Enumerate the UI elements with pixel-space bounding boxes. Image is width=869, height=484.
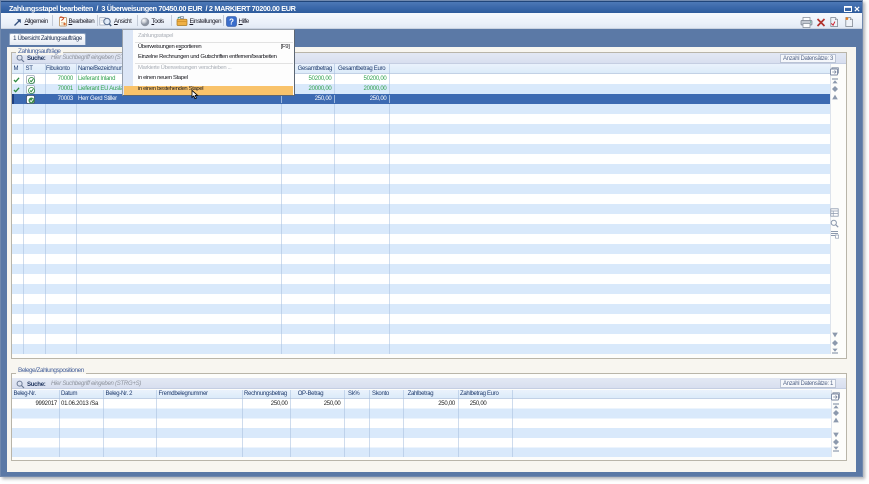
svg-text:?: ? — [229, 17, 234, 26]
